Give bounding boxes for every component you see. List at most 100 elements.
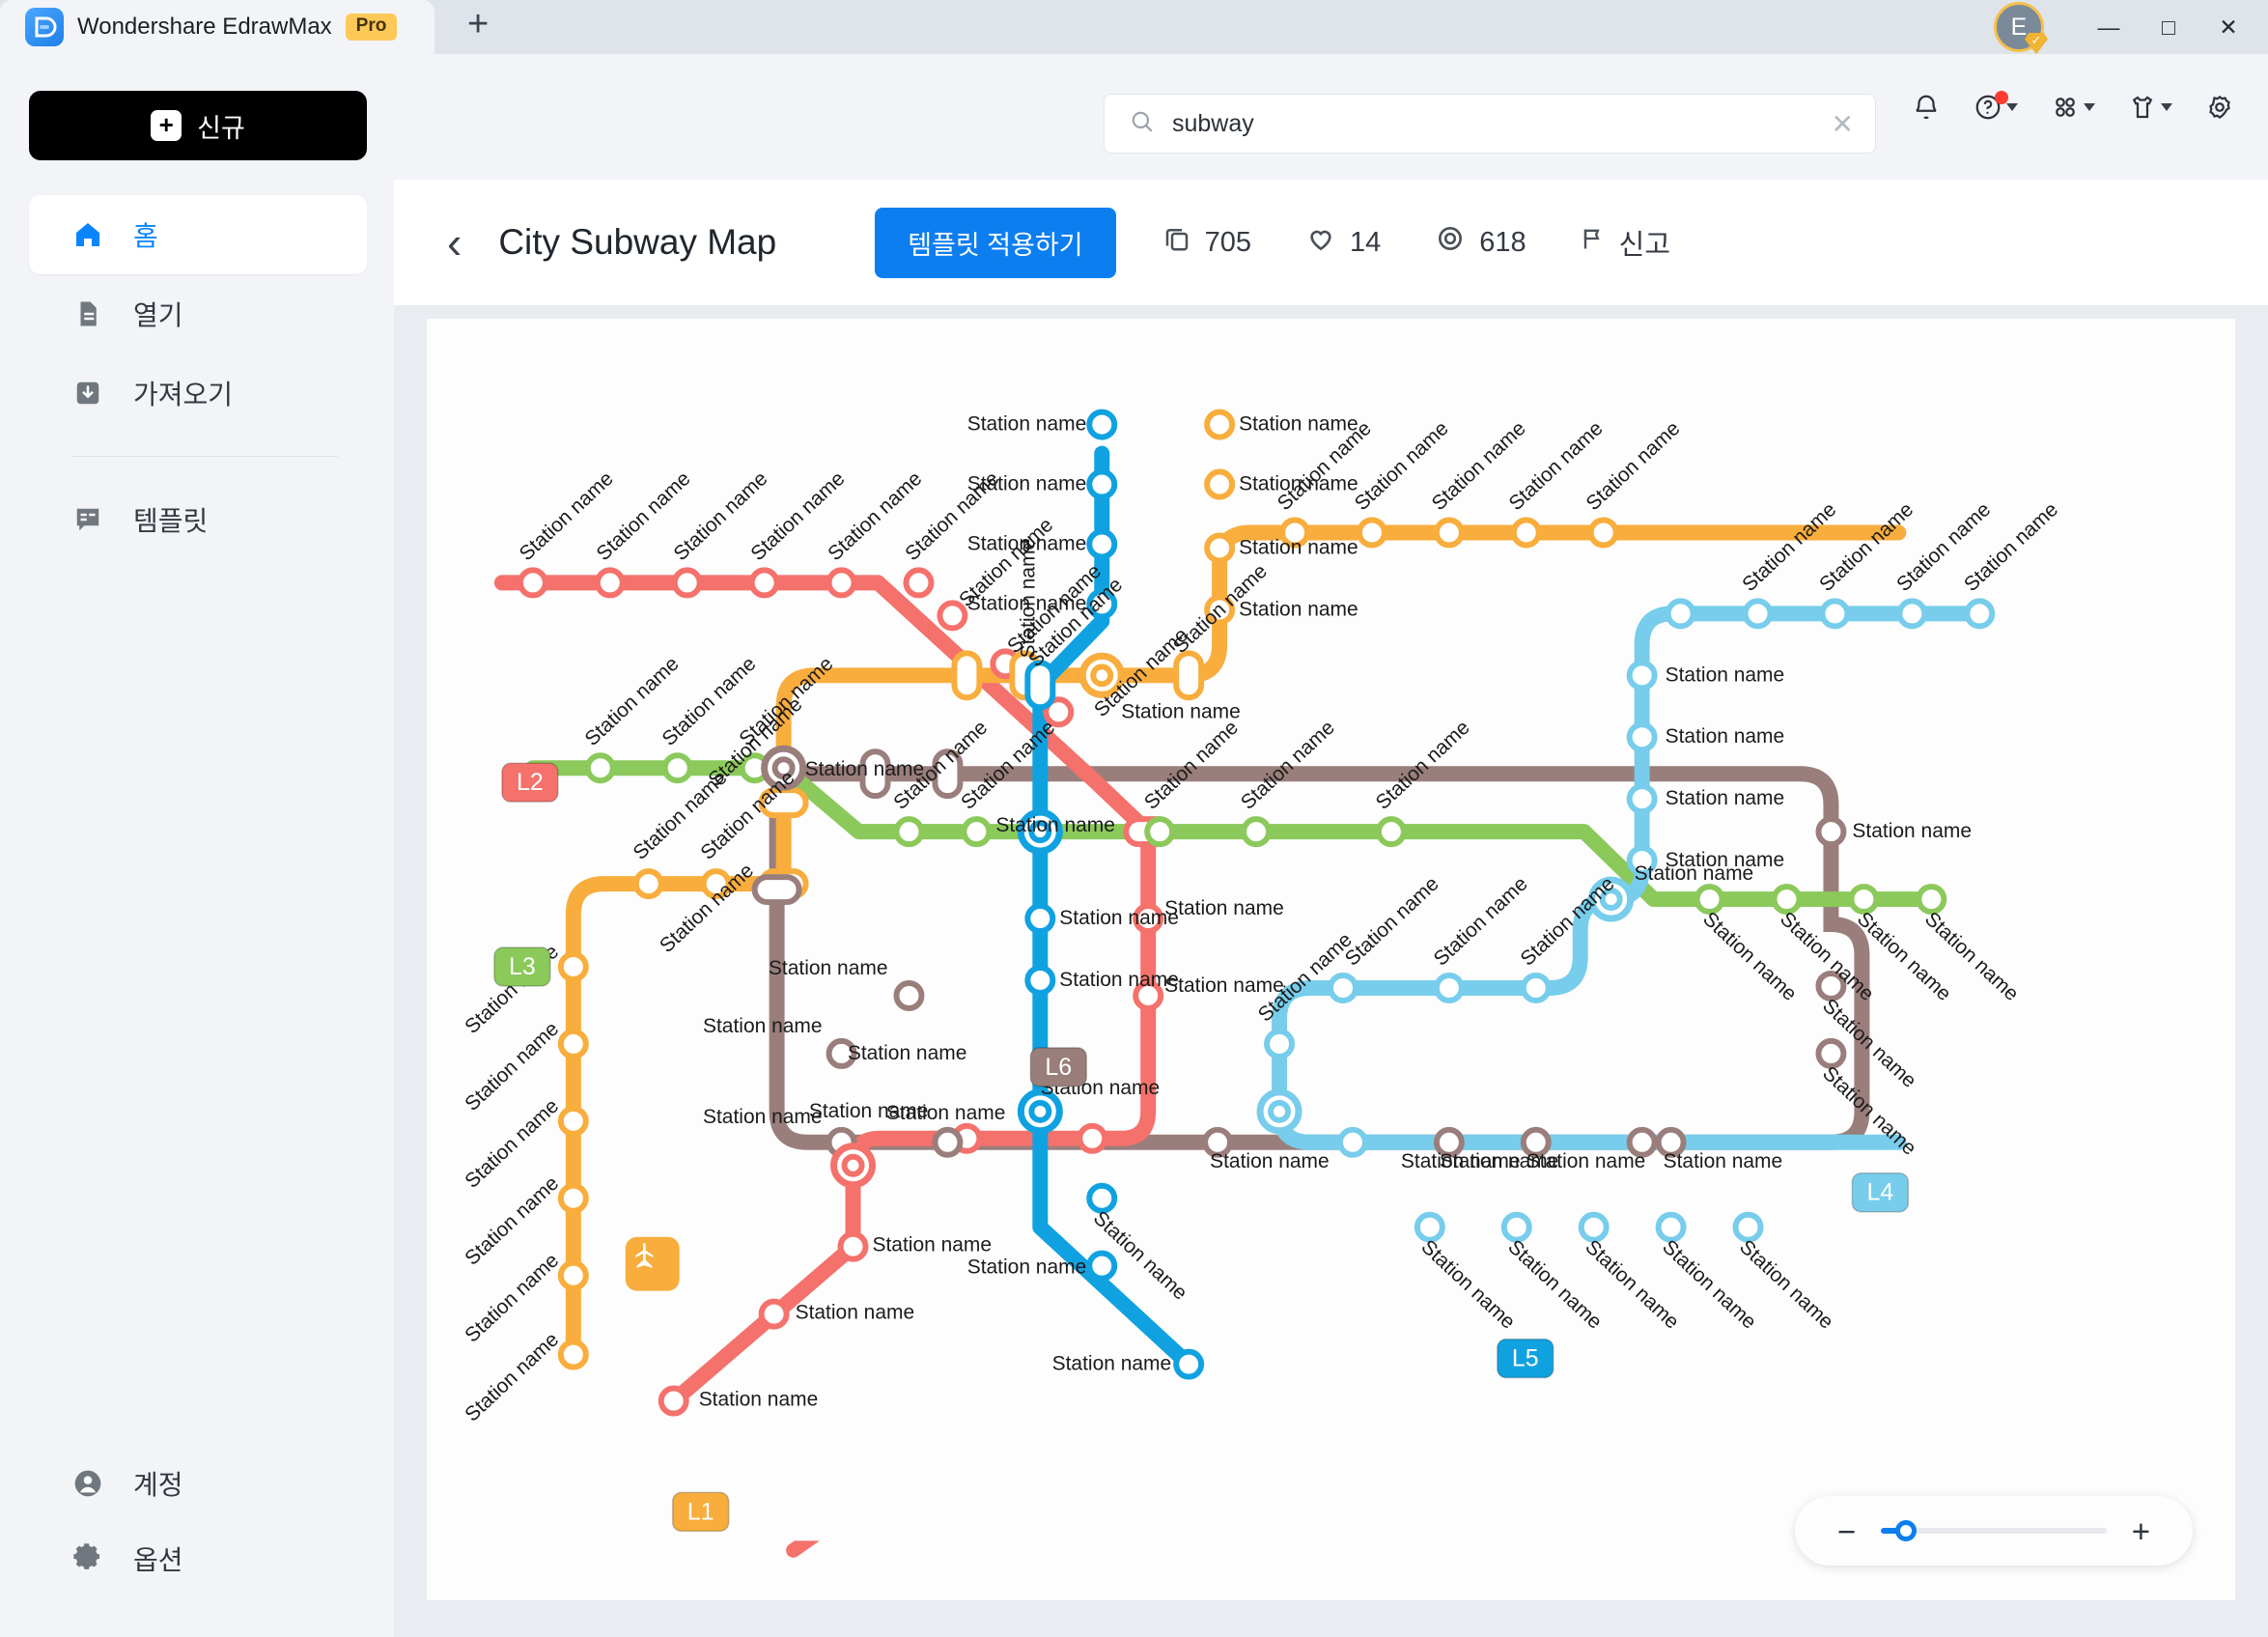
zoom-slider-track[interactable] <box>1881 1520 2107 1541</box>
subway-map-canvas[interactable]: Station name Station name Station name Stat… <box>427 319 2235 1600</box>
station-node[interactable] <box>1086 1250 1118 1282</box>
station-node[interactable] <box>1375 816 1407 848</box>
close-button[interactable]: ✕ <box>2198 0 2258 54</box>
station-node[interactable] <box>632 868 664 900</box>
apply-template-button[interactable]: 템플릿 적용하기 <box>875 207 1116 278</box>
line-badge-L1[interactable]: L1 <box>671 1491 730 1533</box>
station-node[interactable] <box>1144 816 1176 848</box>
zoom-slider-thumb[interactable] <box>1894 1520 1917 1541</box>
station-node[interactable] <box>1086 468 1118 500</box>
new-tab-button[interactable]: + <box>467 6 489 42</box>
station-node[interactable] <box>1848 884 1880 916</box>
station-node[interactable] <box>557 951 589 982</box>
avatar[interactable]: E ✓ <box>1994 2 2048 54</box>
station-node[interactable] <box>1204 468 1236 500</box>
line-badge-L2[interactable]: L2 <box>501 762 559 803</box>
station-node[interactable] <box>1520 972 1552 1003</box>
minimize-button[interactable]: — <box>2079 0 2139 54</box>
clear-search-icon[interactable]: ✕ <box>1832 108 1854 140</box>
station-node[interactable] <box>658 1385 689 1417</box>
station-node[interactable] <box>1510 517 1542 549</box>
station-node[interactable] <box>1626 783 1658 815</box>
station-node[interactable] <box>932 1126 964 1158</box>
help-icon[interactable] <box>1974 91 2018 122</box>
station-node[interactable] <box>1819 598 1851 630</box>
maximize-button[interactable]: □ <box>2139 0 2198 54</box>
report-button[interactable]: 신고 <box>1579 222 1670 263</box>
station-node[interactable] <box>584 752 616 784</box>
station-node[interactable] <box>748 567 780 599</box>
station-node[interactable] <box>557 1259 589 1291</box>
station-node[interactable] <box>1328 972 1358 1003</box>
station-node[interactable] <box>1173 1348 1205 1380</box>
station-node[interactable] <box>951 650 983 701</box>
station-node[interactable] <box>1964 598 1996 630</box>
theme-shirt-icon[interactable] <box>2128 93 2172 122</box>
station-node[interactable] <box>1204 532 1236 564</box>
station-node[interactable] <box>1500 1211 1532 1243</box>
station-node[interactable] <box>594 567 626 599</box>
search-input[interactable] <box>1172 109 1814 138</box>
station-node[interactable] <box>1694 884 1725 916</box>
station-node[interactable] <box>961 816 993 848</box>
station-node[interactable] <box>557 1339 589 1370</box>
sidebar-item-open[interactable]: 열기 <box>29 274 367 353</box>
station-node[interactable] <box>1815 816 1847 848</box>
station-node[interactable] <box>1414 1211 1445 1243</box>
station-node[interactable] <box>1587 517 1619 549</box>
station-node[interactable] <box>893 979 925 1011</box>
station-node[interactable] <box>758 1298 790 1330</box>
station-node[interactable] <box>1742 598 1774 630</box>
sidebar-item-home[interactable]: 홈 <box>29 195 367 274</box>
station-node[interactable] <box>1024 903 1056 935</box>
app-tab[interactable]: Wondershare EdrawMax Pro <box>0 0 434 54</box>
station-node[interactable] <box>1173 650 1205 701</box>
station-node[interactable] <box>751 874 802 906</box>
station-node[interactable] <box>903 567 935 599</box>
back-button[interactable]: ‹ <box>447 220 462 265</box>
station-node[interactable] <box>1204 409 1236 440</box>
station-node[interactable] <box>826 567 857 599</box>
line-badge-L6[interactable]: L6 <box>1029 1047 1088 1087</box>
station-node[interactable] <box>1732 1211 1764 1243</box>
station-node[interactable] <box>1356 517 1387 549</box>
station-node[interactable] <box>1578 1211 1610 1243</box>
airport-badge[interactable] <box>625 1236 680 1291</box>
settings-gear-icon[interactable] <box>2205 93 2234 122</box>
zoom-in-button[interactable]: + <box>2132 1515 2150 1547</box>
station-node[interactable] <box>837 1230 869 1262</box>
station-node[interactable] <box>1086 409 1118 440</box>
station-node[interactable] <box>1433 972 1465 1003</box>
line-badge-L3[interactable]: L3 <box>493 946 551 987</box>
apps-grid-icon[interactable] <box>2051 93 2095 122</box>
sidebar-item-account[interactable]: 계정 <box>29 1446 367 1521</box>
station-node[interactable] <box>517 567 548 599</box>
zoom-out-button[interactable]: − <box>1837 1515 1856 1547</box>
sidebar-item-import[interactable]: 가져오기 <box>29 353 367 433</box>
station-node[interactable] <box>1241 816 1273 848</box>
station-node[interactable] <box>557 1182 589 1214</box>
station-node[interactable] <box>1336 1126 1368 1158</box>
search-box[interactable]: ✕ <box>1104 94 1876 154</box>
station-node[interactable] <box>1655 1211 1687 1243</box>
line-badge-L5[interactable]: L5 <box>1497 1338 1554 1379</box>
station-node[interactable] <box>1626 660 1658 691</box>
station-node[interactable] <box>1626 721 1658 753</box>
sidebar-item-template[interactable]: 템플릿 <box>29 480 367 559</box>
station-node[interactable] <box>557 1105 589 1137</box>
station-node[interactable] <box>1086 1182 1118 1214</box>
bell-icon[interactable] <box>1912 93 1941 122</box>
station-node[interactable] <box>1264 1028 1296 1059</box>
station-node[interactable] <box>1433 517 1465 549</box>
station-node[interactable] <box>893 816 925 848</box>
sidebar-item-options[interactable]: 옵션 <box>29 1521 367 1596</box>
station-node[interactable] <box>661 752 693 784</box>
station-node[interactable] <box>1077 1122 1108 1154</box>
station-node[interactable] <box>1896 598 1928 630</box>
new-document-button[interactable]: + 신규 <box>29 91 367 160</box>
station-node[interactable] <box>1815 1037 1847 1069</box>
station-node[interactable] <box>1086 528 1118 560</box>
station-node[interactable] <box>1024 964 1056 996</box>
station-node[interactable] <box>937 600 968 632</box>
station-node[interactable] <box>1771 884 1803 916</box>
